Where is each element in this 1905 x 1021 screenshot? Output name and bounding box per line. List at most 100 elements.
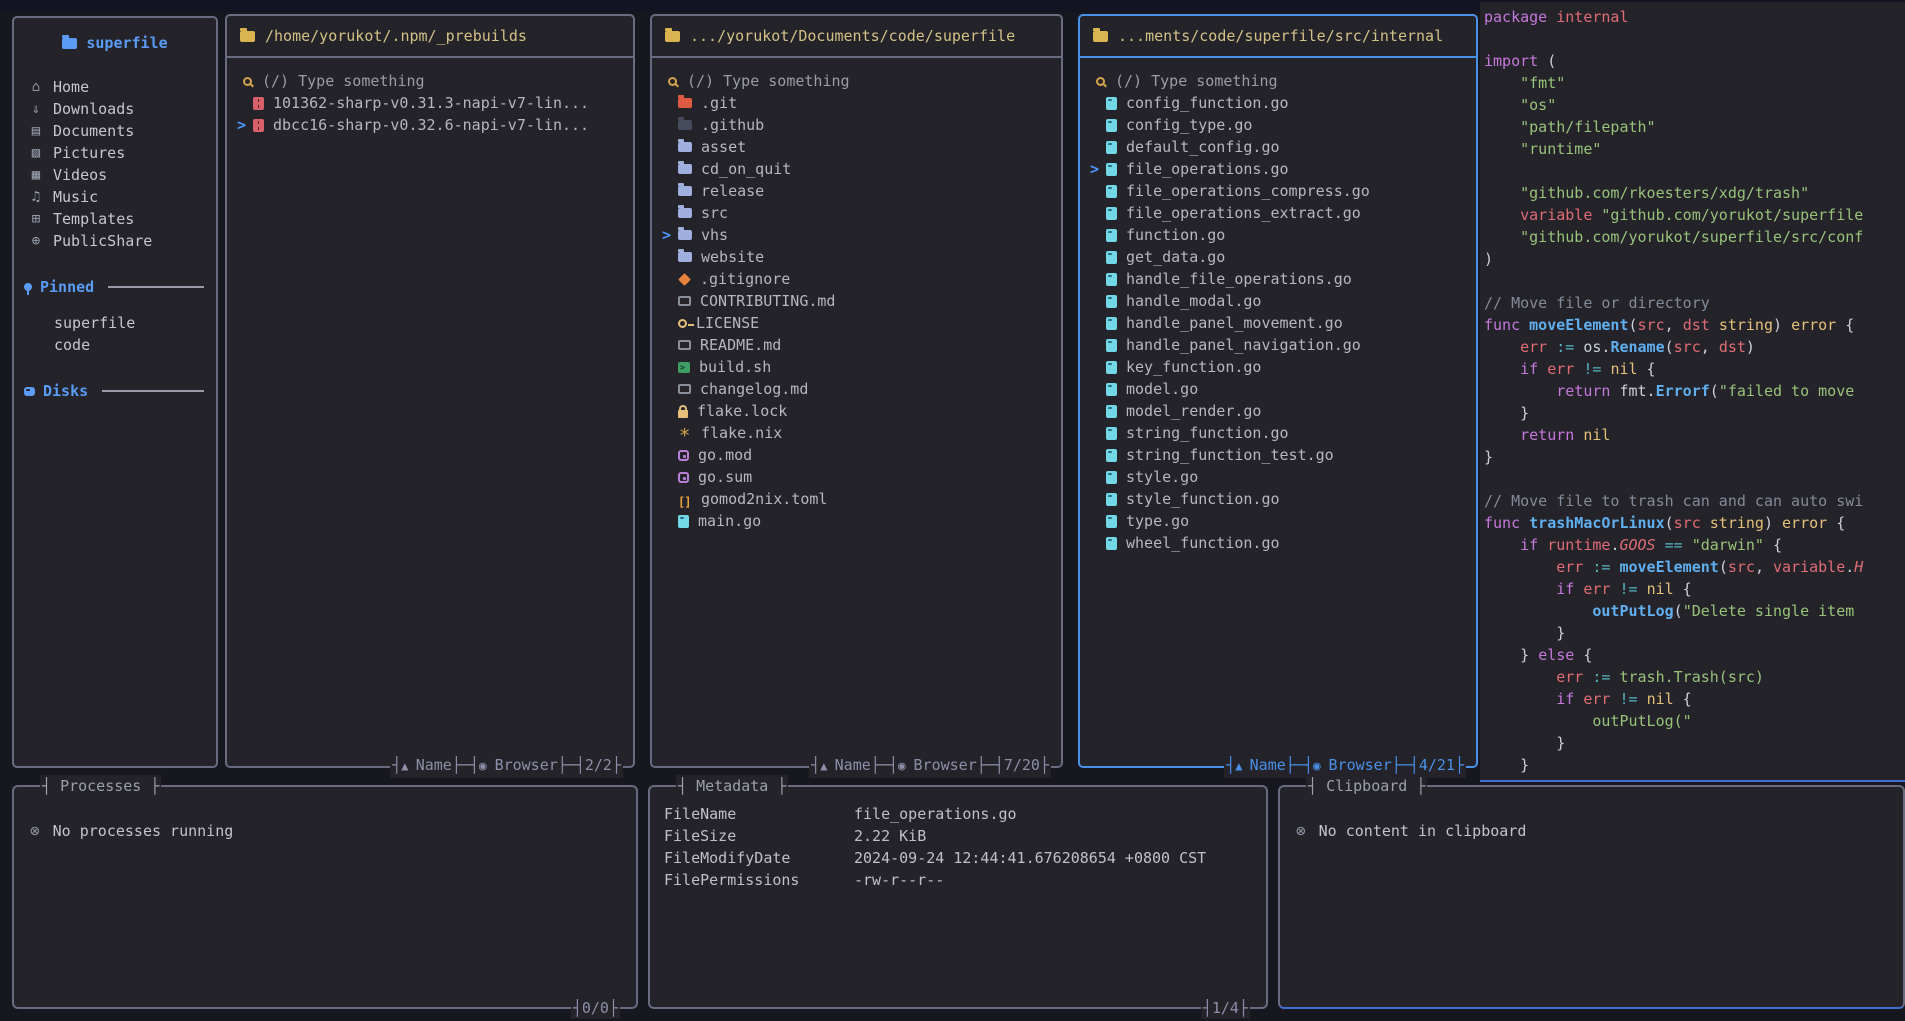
file-row-dbcc16-sharp-v0-32-6-napi-v7-lin-[interactable]: >dbcc16-sharp-v0.32.6-napi-v7-lin... <box>235 114 625 136</box>
code-token: if <box>1556 690 1574 708</box>
file-row-file-operations-compress-go[interactable]: file_operations_compress.go <box>1088 180 1468 202</box>
sidebar-item-label: Downloads <box>53 100 134 118</box>
file-row-default-config-go[interactable]: default_config.go <box>1088 136 1468 158</box>
file-row-changelog-md[interactable]: changelog.md <box>660 378 1053 400</box>
file-row-vhs[interactable]: >vhs <box>660 224 1053 246</box>
file-row-key-function-go[interactable]: key_function.go <box>1088 356 1468 378</box>
code-token: string <box>1710 514 1764 532</box>
file-row--github[interactable]: .github <box>660 114 1053 136</box>
tab-separator <box>573 999 582 1017</box>
sidebar-item-publicshare[interactable]: PublicShare <box>14 230 216 252</box>
code-token: fmt. <box>1610 382 1655 400</box>
code-token <box>1484 96 1520 114</box>
file-row-file-operations-go[interactable]: >file_operations.go <box>1088 158 1468 180</box>
go-icon <box>1106 383 1117 396</box>
code-token: ( <box>1719 558 1728 576</box>
file-row-build-sh[interactable]: build.sh <box>660 356 1053 378</box>
panel-footer: NameBrowser7/20 <box>809 754 1051 778</box>
file-rows: config_function.go config_type.go default_… <box>1088 92 1468 554</box>
code-line: err := os.Rename(src, dst) <box>1484 336 1905 358</box>
sidebar-item-music[interactable]: Music <box>14 186 216 208</box>
file-row-string-function-go[interactable]: string_function.go <box>1088 422 1468 444</box>
file-row-handle-panel-navigation-go[interactable]: handle_panel_navigation.go <box>1088 334 1468 356</box>
file-row-model-go[interactable]: model.go <box>1088 378 1468 400</box>
file-name: README.md <box>700 336 781 354</box>
clipboard-title: Clipboard <box>1326 777 1407 795</box>
pinned-item-code[interactable]: code <box>14 334 216 356</box>
sidebar-item-home[interactable]: Home <box>14 76 216 98</box>
search-placeholder: (/) Type something <box>1115 72 1278 90</box>
cursor-position: 7/20 <box>1004 756 1040 774</box>
code-line: outPutLog("Delete single item <box>1484 600 1905 622</box>
pinned-item-superfile[interactable]: superfile <box>14 312 216 334</box>
file-name: config_type.go <box>1126 116 1252 134</box>
go-icon <box>1106 449 1117 462</box>
sort-label: Name <box>835 756 871 774</box>
file-row-string-function-test-go[interactable]: string_function_test.go <box>1088 444 1468 466</box>
sidebar-item-templates[interactable]: Templates <box>14 208 216 230</box>
code-token: GOOS <box>1619 536 1655 554</box>
file-row-handle-modal-go[interactable]: handle_modal.go <box>1088 290 1468 312</box>
file-row-type-go[interactable]: type.go <box>1088 510 1468 532</box>
file-row-function-go[interactable]: function.go <box>1088 224 1468 246</box>
code-token: nil <box>1583 426 1610 444</box>
file-row-website[interactable]: website <box>660 246 1053 268</box>
search-input[interactable]: (/) Type something <box>1088 70 1468 92</box>
code-line: "github.com/yorukot/superfile/src/conf <box>1484 226 1905 248</box>
search-input[interactable]: (/) Type something <box>235 70 625 92</box>
sidebar-item-downloads[interactable]: Downloads <box>14 98 216 120</box>
code-token: Rename <box>1610 338 1664 356</box>
file-name: asset <box>701 138 746 156</box>
file-name: go.sum <box>698 468 752 486</box>
code-token <box>1638 690 1647 708</box>
file-name: vhs <box>701 226 728 244</box>
file-row-config-function-go[interactable]: config_function.go <box>1088 92 1468 114</box>
go-icon <box>1106 141 1117 154</box>
search-input[interactable]: (/) Type something <box>660 70 1053 92</box>
file-row-wheel-function-go[interactable]: wheel_function.go <box>1088 532 1468 554</box>
file-name: key_function.go <box>1126 358 1261 376</box>
code-line: ) <box>1484 248 1905 270</box>
file-row--git[interactable]: .git <box>660 92 1053 114</box>
file-row-model-render-go[interactable]: model_render.go <box>1088 400 1468 422</box>
code-line: variable "github.com/yorukot/superfile <box>1484 204 1905 226</box>
sidebar-item-documents[interactable]: Documents <box>14 120 216 142</box>
circle-x-icon <box>1296 821 1306 840</box>
file-row-go-mod[interactable]: go.mod <box>660 444 1053 466</box>
file-row-src[interactable]: src <box>660 202 1053 224</box>
file-row-license[interactable]: LICENSE <box>660 312 1053 334</box>
code-token: ( <box>1665 514 1674 532</box>
footer-separator <box>612 756 621 774</box>
file-row-cd-on-quit[interactable]: cd_on_quit <box>660 158 1053 180</box>
file-row-101362-sharp-v0-31-3-napi-v7-lin-[interactable]: 101362-sharp-v0.31.3-napi-v7-lin... <box>235 92 625 114</box>
file-row-main-go[interactable]: main.go <box>660 510 1053 532</box>
panel-path: ...ments/code/superfile/src/internal <box>1118 27 1443 45</box>
file-row-asset[interactable]: asset <box>660 136 1053 158</box>
sidebar-item-label: Documents <box>53 122 134 140</box>
file-row-readme-md[interactable]: README.md <box>660 334 1053 356</box>
file-row--gitignore[interactable]: .gitignore <box>660 268 1053 290</box>
code-line: "runtime" <box>1484 138 1905 160</box>
sidebar-item-pictures[interactable]: Pictures <box>14 142 216 164</box>
go-icon <box>1106 97 1117 110</box>
file-row-handle-file-operations-go[interactable]: handle_file_operations.go <box>1088 268 1468 290</box>
search-placeholder: (/) Type something <box>262 72 425 90</box>
file-name: get_data.go <box>1126 248 1225 266</box>
sidebar-item-videos[interactable]: Videos <box>14 164 216 186</box>
file-row-get-data-go[interactable]: get_data.go <box>1088 246 1468 268</box>
file-row-contributing-md[interactable]: CONTRIBUTING.md <box>660 290 1053 312</box>
file-row-config-type-go[interactable]: config_type.go <box>1088 114 1468 136</box>
file-row-style-function-go[interactable]: style_function.go <box>1088 488 1468 510</box>
file-row-go-sum[interactable]: go.sum <box>660 466 1053 488</box>
file-row-file-operations-extract-go[interactable]: file_operations_extract.go <box>1088 202 1468 224</box>
file-row-style-go[interactable]: style.go <box>1088 466 1468 488</box>
file-row-gomod2nix-toml[interactable]: gomod2nix.toml <box>660 488 1053 510</box>
file-row-handle-panel-movement-go[interactable]: handle_panel_movement.go <box>1088 312 1468 334</box>
file-row-flake-nix[interactable]: flake.nix <box>660 422 1053 444</box>
code-token: error <box>1791 316 1836 334</box>
tab-separator <box>609 999 618 1017</box>
file-row-release[interactable]: release <box>660 180 1053 202</box>
md-icon <box>678 340 691 350</box>
code-token: trashMacOrLinux <box>1529 514 1664 532</box>
file-row-flake-lock[interactable]: flake.lock <box>660 400 1053 422</box>
